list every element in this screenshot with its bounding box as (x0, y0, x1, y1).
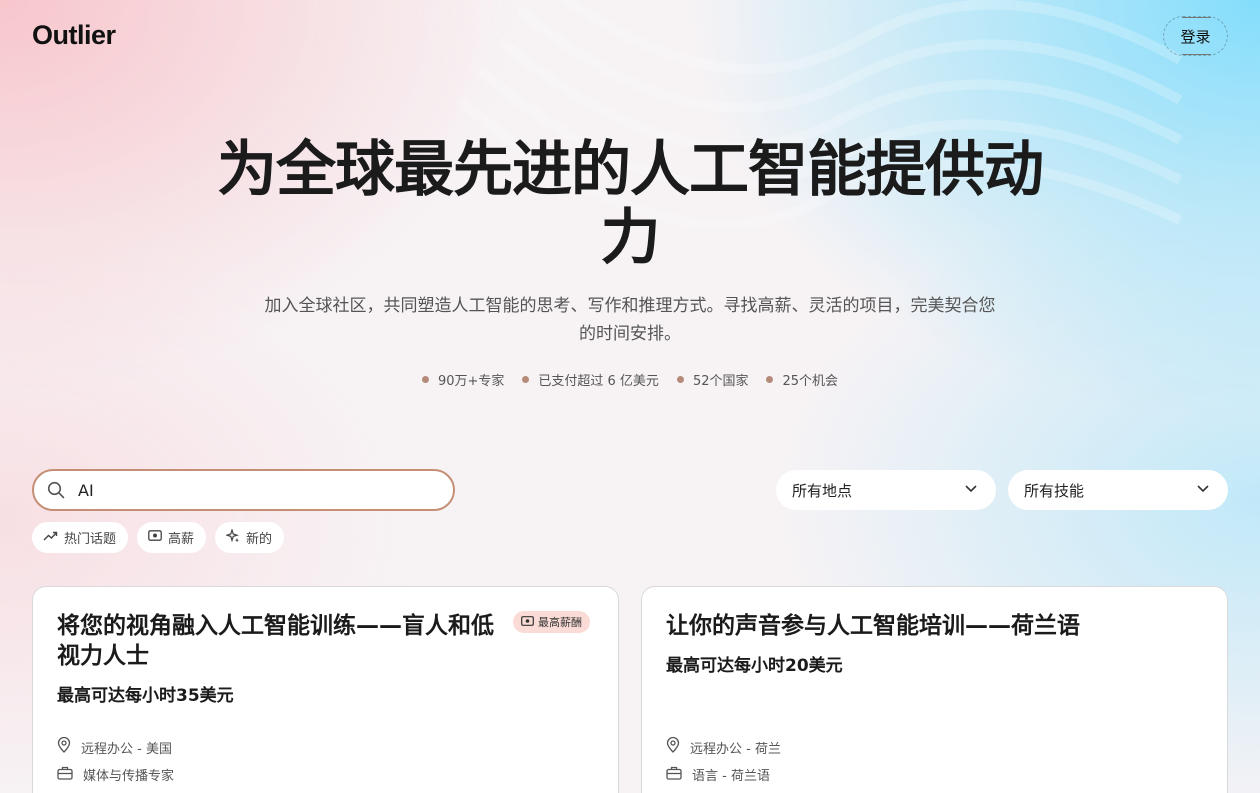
job-card[interactable]: 将您的视角融入人工智能训练——盲人和低视力人士 最高薪酬 最高可达每小时35美元… (32, 586, 619, 793)
skills-select-value: 所有技能 (1024, 481, 1085, 500)
trending-icon (43, 530, 58, 546)
outlier-logo[interactable]: Outlier (32, 20, 116, 51)
bullet-dot (676, 376, 684, 383)
hero-subtitle: 加入全球社区，共同塑造人工智能的思考、写作和推理方式。寻找高薪、灵活的项目，完美… (264, 296, 996, 344)
bullet-dot (522, 376, 530, 383)
job-pay: 最高可达每小时35美元 (57, 686, 234, 706)
location-pin-icon (57, 736, 71, 757)
job-card[interactable]: 让你的声音参与人工智能培训——荷兰语 最高可达每小时20美元 远程办公 - 荷兰… (641, 586, 1228, 793)
briefcase-icon (666, 766, 682, 784)
job-location: 远程办公 - 荷兰 (666, 736, 781, 757)
top-pay-badge: 最高薪酬 (513, 611, 590, 633)
search-box[interactable] (32, 469, 455, 511)
login-button[interactable]: 登录 (1163, 16, 1228, 56)
location-pin-icon (666, 736, 680, 757)
filter-chips: 热门话题 高薪 新的 (32, 522, 285, 553)
location-select-value: 所有地点 (792, 481, 853, 500)
money-icon (521, 615, 534, 629)
chip-trending[interactable]: 热门话题 (32, 522, 129, 553)
hero-stats: 90万+专家 已支付超过 6 亿美元 52个国家 25个机会 (0, 370, 1260, 389)
chip-high-pay[interactable]: 高薪 (137, 522, 207, 553)
search-icon (46, 480, 66, 500)
job-title: 将您的视角融入人工智能训练——盲人和低视力人士 (57, 613, 494, 669)
sparkle-icon (225, 527, 240, 547)
job-category: 媒体与传播专家 (57, 765, 174, 784)
location-select[interactable]: 所有地点 (776, 470, 996, 510)
stat-opportunities: 25个机会 (766, 370, 838, 389)
chevron-down-icon (1196, 481, 1210, 499)
job-title: 让你的声音参与人工智能培训——荷兰语 (666, 613, 1080, 639)
chevron-down-icon (964, 481, 978, 499)
chip-new[interactable]: 新的 (215, 522, 285, 553)
stat-experts: 90万+专家 (421, 370, 504, 389)
stat-countries: 52个国家 (676, 370, 748, 389)
money-icon (148, 530, 162, 545)
stat-paid: 已支付超过 6 亿美元 (522, 370, 659, 389)
briefcase-icon (57, 766, 73, 784)
job-category: 语言 - 荷兰语 (666, 765, 770, 784)
bullet-dot (421, 376, 429, 383)
job-location: 远程办公 - 美国 (57, 736, 172, 757)
hero-title: 为全球最先进的人工智能提供动力 (217, 135, 1044, 273)
job-pay: 最高可达每小时20美元 (666, 656, 843, 676)
bullet-dot (766, 376, 774, 383)
skills-select[interactable]: 所有技能 (1008, 470, 1228, 510)
search-input[interactable] (78, 480, 438, 500)
